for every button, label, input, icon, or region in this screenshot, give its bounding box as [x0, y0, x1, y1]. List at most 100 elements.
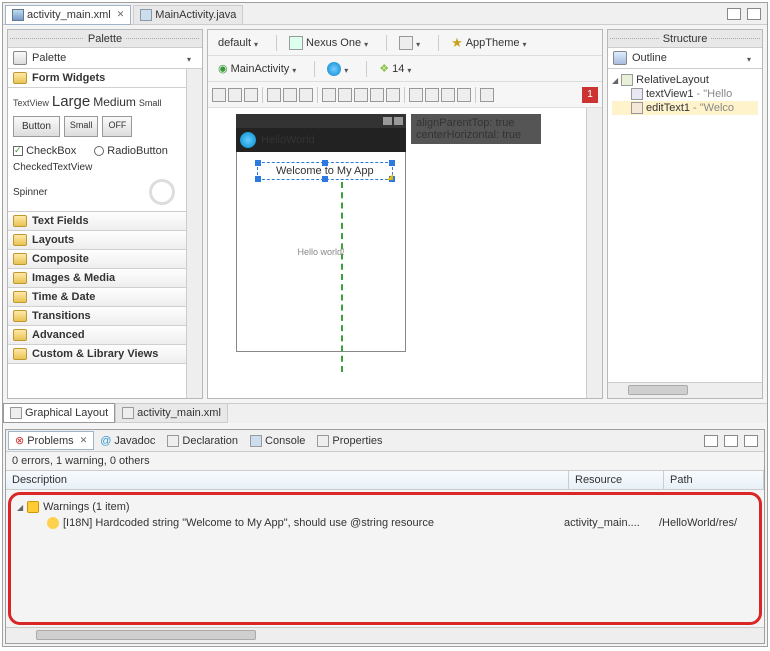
col-path[interactable]: Path	[664, 471, 764, 489]
warning-icon[interactable]	[387, 174, 393, 180]
tab-javadoc[interactable]: @Javadoc	[94, 433, 161, 449]
tree-node-root[interactable]: ◢ RelativeLayout	[612, 73, 758, 87]
scrollbar-horizontal[interactable]	[608, 382, 762, 398]
tab-problems[interactable]: ⊗Problems✕	[8, 431, 94, 450]
phone-content[interactable]: Welcome to My App Hello world!	[236, 152, 406, 352]
resize-handle[interactable]	[389, 160, 395, 166]
folder-label: Transitions	[32, 310, 91, 322]
theme-dropdown[interactable]: ★AppTheme	[445, 32, 538, 54]
widget-medium-text[interactable]: Medium	[93, 95, 136, 109]
tool-icon[interactable]	[228, 88, 242, 102]
tab-console[interactable]: Console	[244, 433, 311, 449]
chevron-down-icon	[254, 38, 264, 48]
close-icon[interactable]: ✕	[80, 435, 88, 446]
folder-transitions[interactable]: Transitions	[8, 307, 186, 326]
tool-icon[interactable]	[283, 88, 297, 102]
tab-properties[interactable]: Properties	[311, 433, 388, 449]
tab-xml-source[interactable]: activity_main.xml	[115, 403, 228, 423]
tree-node-edittext[interactable]: editText1 - "Welco	[612, 101, 758, 115]
expand-icon[interactable]: ◢	[17, 503, 23, 512]
tool-icon[interactable]	[299, 88, 313, 102]
folder-label: Form Widgets	[32, 72, 105, 84]
tool-icon[interactable]	[267, 88, 281, 102]
tool-icon[interactable]	[370, 88, 384, 102]
widget-spinner[interactable]: Spinner	[13, 187, 47, 198]
tool-icon[interactable]	[354, 88, 368, 102]
scrollbar-vertical[interactable]	[186, 69, 202, 398]
scrollbar-horizontal[interactable]	[6, 627, 764, 643]
folder-custom-views[interactable]: Custom & Library Views	[8, 345, 186, 364]
tool-icon[interactable]	[386, 88, 400, 102]
col-description[interactable]: Description	[6, 471, 569, 489]
expand-icon[interactable]: ◢	[612, 76, 618, 85]
textview-hello[interactable]: Hello world!	[297, 247, 344, 257]
activity-toolbar: ◉MainActivity ❖14	[208, 56, 602, 82]
resize-handle[interactable]	[255, 160, 261, 166]
minimize-button[interactable]	[724, 435, 738, 447]
orientation-button[interactable]	[393, 33, 432, 53]
resize-handle[interactable]	[255, 176, 261, 182]
activity-dropdown[interactable]: ◉MainActivity	[212, 59, 308, 78]
widget-button[interactable]: Button	[13, 116, 60, 137]
warning-path: /HelloWorld/res/	[659, 517, 759, 529]
zoom-in-icon[interactable]	[409, 88, 423, 102]
tree-node-textview[interactable]: textView1 - "Hello	[612, 87, 758, 101]
locale-dropdown[interactable]	[321, 59, 360, 79]
tab-graphical-layout[interactable]: Graphical Layout	[3, 403, 115, 423]
menu-icon[interactable]	[747, 53, 757, 63]
widget-checkedtextview[interactable]: CheckedTextView	[13, 162, 181, 173]
tool-icon[interactable]	[322, 88, 336, 102]
tab-mainactivity[interactable]: MainActivity.java	[133, 5, 243, 25]
widget-checkbox[interactable]: CheckBox	[13, 145, 76, 157]
widget-toggle-button[interactable]: OFF	[102, 116, 132, 137]
folder-images-media[interactable]: Images & Media	[8, 269, 186, 288]
warnings-group[interactable]: ◢ Warnings (1 item)	[11, 499, 759, 515]
tool-icon[interactable]	[338, 88, 352, 102]
palette-header[interactable]: Palette	[8, 48, 202, 69]
tool-icon[interactable]	[244, 88, 258, 102]
resize-handle[interactable]	[322, 176, 328, 182]
maximize-button[interactable]	[747, 8, 761, 20]
close-icon[interactable]: ✕	[117, 9, 125, 20]
warning-item[interactable]: [I18N] Hardcoded string "Welcome to My A…	[11, 515, 759, 531]
folder-layouts[interactable]: Layouts	[8, 231, 186, 250]
tab-activity-main[interactable]: activity_main.xml ✕	[5, 5, 131, 25]
widget-small-text[interactable]: Small	[139, 98, 162, 108]
config-dropdown[interactable]: default	[212, 34, 270, 52]
resize-handle[interactable]	[322, 160, 328, 166]
folder-icon	[13, 310, 27, 322]
widget-radiobutton[interactable]: RadioButton	[94, 145, 168, 157]
widget-large-text[interactable]: Large	[52, 93, 90, 110]
folder-text-fields[interactable]: Text Fields	[8, 212, 186, 231]
scrollbar-vertical[interactable]	[586, 108, 602, 398]
error-badge[interactable]: 1	[582, 87, 598, 103]
zoom-reset-icon[interactable]	[441, 88, 455, 102]
edittext-icon	[631, 102, 643, 114]
device-preview[interactable]: HelloWorld Welcome to My App Hello world…	[208, 108, 586, 398]
widget-small-button[interactable]: Small	[64, 116, 99, 137]
folder-advanced[interactable]: Advanced	[8, 326, 186, 345]
tool-icon[interactable]	[480, 88, 494, 102]
zoom-out-icon[interactable]	[457, 88, 471, 102]
zoom-fit-icon[interactable]	[425, 88, 439, 102]
chevron-down-icon[interactable]	[187, 53, 197, 63]
selected-edittext[interactable]: Welcome to My App	[257, 162, 393, 180]
col-resource[interactable]: Resource	[569, 471, 664, 489]
tool-icon[interactable]	[212, 88, 226, 102]
api-level-dropdown[interactable]: ❖14	[373, 59, 423, 78]
folder-icon	[13, 215, 27, 227]
group-label: Warnings (1 item)	[43, 501, 129, 513]
maximize-button[interactable]	[744, 435, 758, 447]
folder-time-date[interactable]: Time & Date	[8, 288, 186, 307]
tab-declaration[interactable]: Declaration	[161, 433, 244, 449]
widget-textview[interactable]: TextView	[13, 98, 49, 108]
layout-editor-tabs: Graphical Layout activity_main.xml	[3, 403, 767, 423]
folder-composite[interactable]: Composite	[8, 250, 186, 269]
warning-icon	[27, 501, 39, 513]
folder-form-widgets[interactable]: Form Widgets	[8, 69, 186, 88]
outline-tree: ◢ RelativeLayout textView1 - "Hello edit…	[608, 69, 762, 382]
device-dropdown[interactable]: Nexus One	[283, 33, 380, 53]
xml-file-icon	[12, 9, 24, 21]
view-menu-button[interactable]	[704, 435, 718, 447]
minimize-button[interactable]	[727, 8, 741, 20]
